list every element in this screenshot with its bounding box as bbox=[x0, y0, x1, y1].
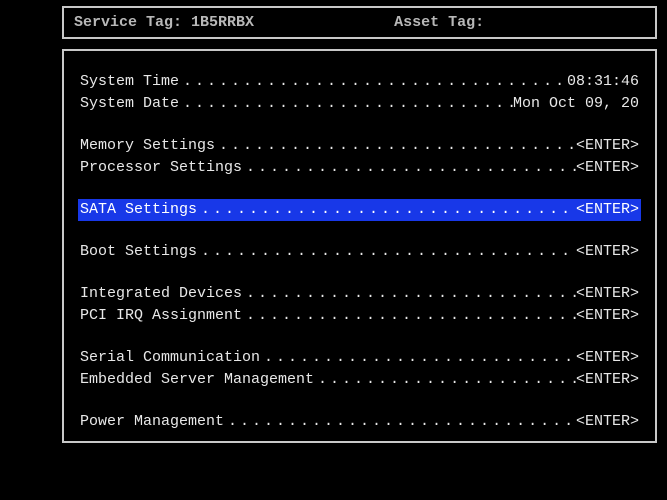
menu-item-label: Integrated Devices bbox=[80, 283, 242, 305]
leader-dots: ........................................… bbox=[197, 241, 576, 263]
menu-item[interactable]: Processor Settings .....................… bbox=[78, 157, 641, 179]
menu-item-value: <ENTER> bbox=[576, 283, 639, 305]
asset-tag: Asset Tag: bbox=[394, 14, 484, 31]
menu-item-label: System Time bbox=[80, 71, 179, 93]
menu-item[interactable]: Power Management .......................… bbox=[78, 411, 641, 433]
menu-item-label: Boot Settings bbox=[80, 241, 197, 263]
asset-tag-label: Asset Tag: bbox=[394, 14, 484, 31]
leader-dots: ........................................… bbox=[314, 369, 576, 391]
menu-item[interactable]: Serial Communication ...................… bbox=[78, 347, 641, 369]
leader-dots: ........................................… bbox=[179, 71, 567, 93]
menu-item-value: <ENTER> bbox=[576, 305, 639, 327]
leader-dots: ........................................… bbox=[242, 305, 576, 327]
menu-item-label: Processor Settings bbox=[80, 157, 242, 179]
menu-item-label: SATA Settings bbox=[80, 199, 197, 221]
bios-menu: System Time ............................… bbox=[62, 49, 657, 443]
menu-item[interactable]: Embedded Server Management .............… bbox=[78, 369, 641, 391]
menu-item[interactable]: Integrated Devices .....................… bbox=[78, 283, 641, 305]
service-tag: Service Tag: 1B5RRBX bbox=[74, 14, 254, 31]
menu-item-value: <ENTER> bbox=[576, 411, 639, 433]
menu-item-value: <ENTER> bbox=[576, 135, 639, 157]
menu-item-label: Serial Communication bbox=[80, 347, 260, 369]
menu-item-value: <ENTER> bbox=[576, 347, 639, 369]
menu-item-label: System Date bbox=[80, 93, 179, 115]
menu-item[interactable]: System Time ............................… bbox=[78, 71, 641, 93]
menu-item[interactable]: System Date ............................… bbox=[78, 93, 641, 115]
menu-item-label: Power Management bbox=[80, 411, 224, 433]
leader-dots: ........................................… bbox=[197, 199, 576, 221]
menu-item-value: <ENTER> bbox=[576, 157, 639, 179]
menu-item[interactable]: Memory Settings ........................… bbox=[78, 135, 641, 157]
menu-item-value: <ENTER> bbox=[576, 369, 639, 391]
leader-dots: ........................................… bbox=[242, 157, 576, 179]
leader-dots: ........................................… bbox=[179, 93, 513, 115]
menu-item[interactable]: Boot Settings ..........................… bbox=[78, 241, 641, 263]
leader-dots: ........................................… bbox=[260, 347, 576, 369]
menu-item-value: <ENTER> bbox=[576, 199, 639, 221]
leader-dots: ........................................… bbox=[224, 411, 576, 433]
menu-item-label: Memory Settings bbox=[80, 135, 215, 157]
menu-item[interactable]: PCI IRQ Assignment .....................… bbox=[78, 305, 641, 327]
service-tag-value: 1B5RRBX bbox=[191, 14, 254, 31]
service-tag-label: Service Tag: bbox=[74, 14, 182, 31]
menu-item-label: PCI IRQ Assignment bbox=[80, 305, 242, 327]
bios-header: Service Tag: 1B5RRBX Asset Tag: bbox=[62, 6, 657, 39]
menu-item-value: 08:31:46 bbox=[567, 71, 639, 93]
leader-dots: ........................................… bbox=[242, 283, 576, 305]
menu-item-value: <ENTER> bbox=[576, 241, 639, 263]
menu-item[interactable]: SATA Settings ..........................… bbox=[78, 199, 641, 221]
leader-dots: ........................................… bbox=[215, 135, 576, 157]
menu-item-label: Embedded Server Management bbox=[80, 369, 314, 391]
menu-item-value: Mon Oct 09, 20 bbox=[513, 93, 639, 115]
